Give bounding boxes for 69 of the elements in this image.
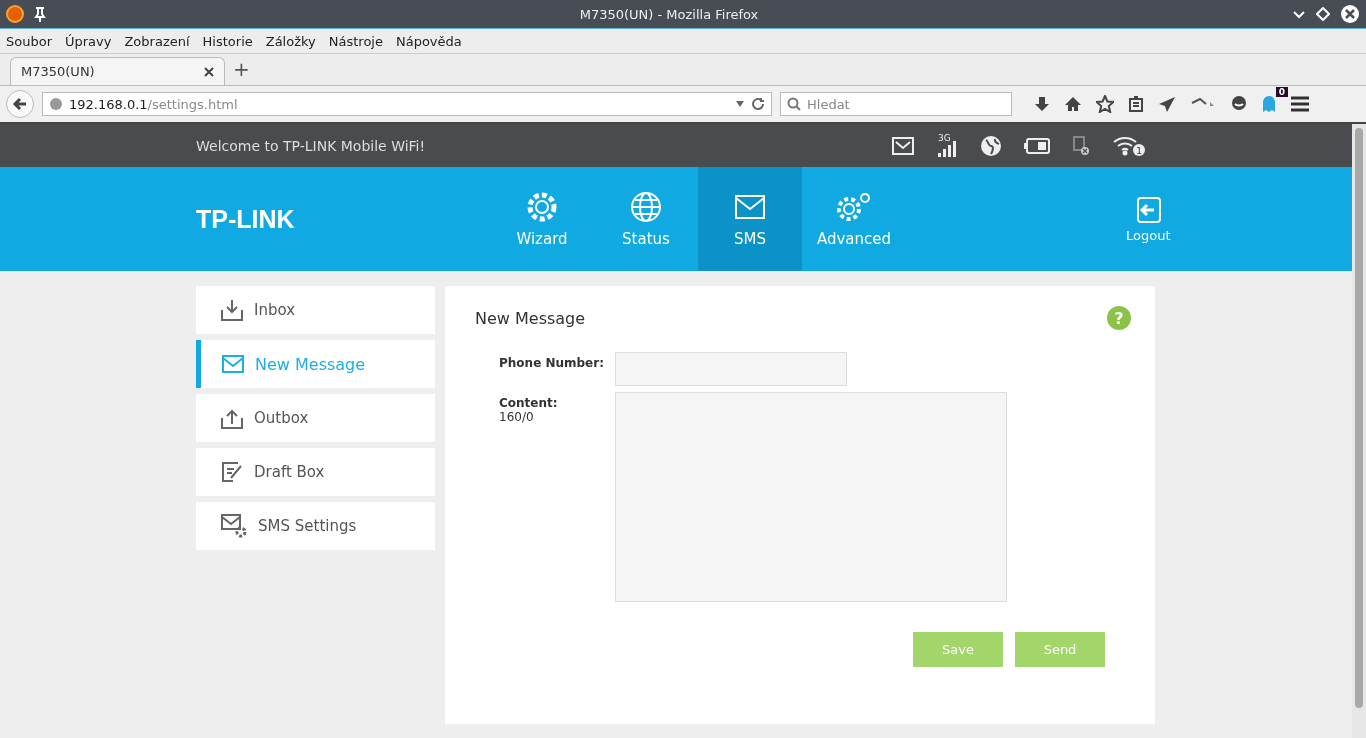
menu-icon[interactable] [1290,96,1310,112]
search-placeholder: Hledat [807,96,850,112]
sidebar-label: New Message [255,354,366,374]
reload-icon[interactable] [751,97,765,111]
logout-icon [1134,195,1163,224]
notification-badge: 0 [1275,87,1288,97]
sidebar-label: SMS Settings [258,517,357,535]
reading-list-icon[interactable] [1128,96,1144,112]
sidebar-item[interactable]: Outbox [196,394,435,442]
url-path: /settings.html [147,96,239,112]
sidebar-label: Outbox [254,409,309,427]
content-field[interactable] [615,392,1007,602]
dropdown-icon[interactable] [735,100,745,108]
menu-item[interactable]: Záložky [265,33,316,49]
address-field[interactable]: 192.168.0.1/settings.html [42,92,772,116]
browser-tab[interactable]: M7350(UN) [10,57,225,85]
sidebar-item[interactable]: SMS Settings [196,502,435,550]
maximize-icon[interactable] [1316,7,1330,21]
sidebar-item[interactable]: Draft Box [196,448,435,496]
brand-logo: TP-LINK [196,204,296,234]
character-counter: 160/0 [499,410,535,424]
field-label: Phone Number: [499,356,605,370]
draft-icon [220,460,244,484]
download-icon[interactable] [1034,96,1050,112]
url-host: 192.168.0.1 [69,96,148,112]
globe-icon [49,97,63,111]
paper-plane-icon[interactable] [1158,96,1176,112]
envelope-icon [221,352,245,376]
scrollbar-thumb[interactable] [1355,128,1363,708]
home-icon[interactable] [1064,96,1082,112]
nav-label: Wizard [516,230,568,248]
nav-label: Status [622,230,670,248]
nav-label: Advanced [816,230,892,248]
close-icon[interactable] [1340,4,1360,24]
battery-icon [1024,137,1050,154]
mail-icon [892,136,914,155]
field-label: Content: [499,396,559,410]
logout-label: Logout [1126,227,1171,243]
nav-label: SMS [734,230,766,248]
sidebar-label: Inbox [254,301,296,319]
sidebar-item[interactable]: Inbox [196,286,435,334]
window-title: M7350(UN) - Mozilla Firefox [578,6,760,22]
pin-icon [34,6,46,22]
new-tab-button[interactable]: + [233,57,250,85]
gear-icon [525,190,559,224]
back-button[interactable] [6,90,34,118]
search-field[interactable]: Hledat [780,92,1012,116]
menu-item[interactable]: Zobrazení [124,33,190,49]
globe-icon [629,190,663,224]
back-arrow-icon [12,96,28,112]
chat-icon[interactable] [1230,95,1248,113]
sim-card-icon [1072,135,1090,156]
menu-item[interactable]: Soubor [6,33,52,49]
globe-icon [980,134,1002,157]
star-icon[interactable] [1096,95,1114,113]
menu-item[interactable]: Úpravy [65,33,112,49]
menu-item[interactable]: Nápověda [395,33,462,49]
menu-item[interactable]: Nástroje [328,33,383,49]
close-icon[interactable] [204,66,214,77]
menu-item[interactable]: Historie [202,33,253,49]
welcome-text: Welcome to TP-LINK Mobile WiFi! [196,137,427,154]
search-icon [787,97,801,111]
inbox-icon [220,298,244,322]
phone-number-field[interactable] [615,352,847,386]
tab-title: M7350(UN) [21,64,95,79]
browser-logo-icon [6,5,24,23]
panel-title: New Message [475,308,586,328]
sidebar-label: Draft Box [254,463,325,481]
envelope-gear-icon [220,513,248,539]
